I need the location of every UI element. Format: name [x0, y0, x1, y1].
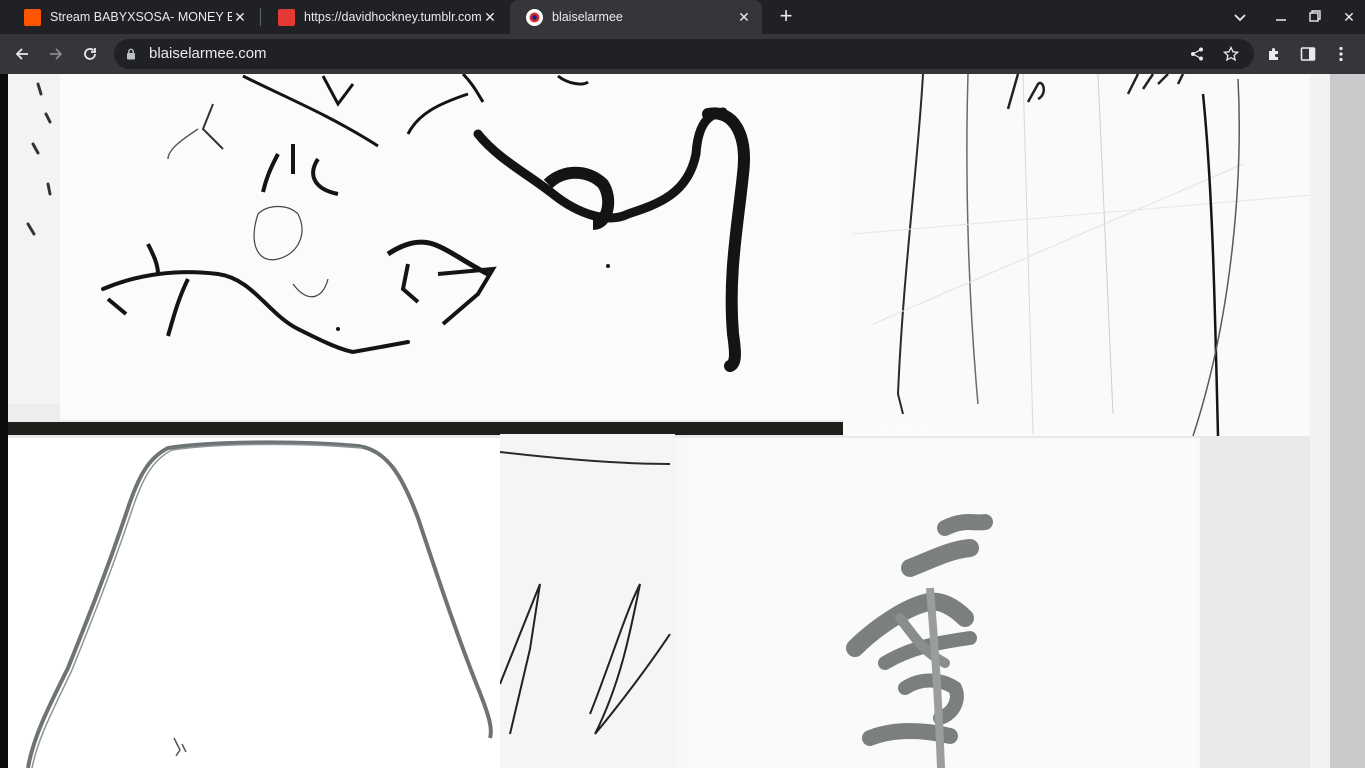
page-content: lc2_8.jpg blaiselarmee.com — [0, 74, 1365, 768]
site-favicon-icon — [526, 8, 543, 26]
tab-soundcloud[interactable]: Stream BABYXSOSA- MONEY BA ✕ — [8, 0, 258, 34]
browser-toolbar: blaiselarmee.com — [0, 34, 1365, 74]
tab-strip: Stream BABYXSOSA- MONEY BA ✕ https://dav… — [0, 0, 1365, 34]
forward-arrow-icon — [50, 48, 63, 60]
share-icon[interactable] — [1190, 47, 1204, 61]
outline-drawing-image[interactable] — [8, 438, 500, 768]
menu-button[interactable] — [1329, 42, 1353, 66]
address-bar[interactable]: blaiselarmee.com — [114, 39, 1254, 69]
tab-title: blaiselarmee — [552, 10, 623, 24]
close-tab-icon[interactable]: ✕ — [232, 9, 248, 26]
tab-title: Stream BABYXSOSA- MONEY BA — [50, 10, 232, 24]
puzzle-icon — [1269, 48, 1278, 60]
image-caption: lc2_8.jpg blaiselarmee.com — [848, 421, 981, 433]
right-scroll-gutter — [1324, 74, 1365, 768]
tab-title: https://davidhockney.tumblr.com — [304, 10, 482, 24]
paper-edge — [1310, 74, 1330, 768]
tab-search-chevron-down-icon[interactable] — [1229, 6, 1251, 28]
back-arrow-icon — [15, 48, 28, 60]
restore-button[interactable] — [1304, 6, 1326, 28]
url-text[interactable]: blaiselarmee.com — [149, 45, 267, 62]
extensions-button[interactable] — [1262, 42, 1286, 66]
side-panel-button[interactable] — [1296, 42, 1320, 66]
soundcloud-icon — [24, 8, 41, 26]
tab-separator — [260, 8, 261, 26]
lock-icon[interactable] — [126, 48, 136, 60]
reload-button[interactable] — [78, 42, 102, 66]
new-tab-button[interactable]: + — [775, 5, 797, 27]
bookmark-star-icon[interactable] — [1223, 46, 1239, 62]
tab-blaiselarmee[interactable]: blaiselarmee ✕ — [510, 0, 762, 34]
brush-drawing-image[interactable] — [675, 438, 1200, 768]
tab-davidhockney[interactable]: https://davidhockney.tumblr.com ✕ — [262, 0, 508, 34]
forward-button[interactable] — [44, 42, 68, 66]
pencil-drawing-image-2[interactable] — [500, 434, 675, 768]
pencil-drawing-image-1[interactable]: lc2_8.jpg blaiselarmee.com — [843, 74, 1343, 436]
reload-icon — [84, 48, 96, 60]
ink-drawing-image-1[interactable] — [8, 74, 848, 435]
close-tab-icon[interactable]: ✕ — [736, 9, 752, 26]
three-dot-menu-icon — [1339, 46, 1343, 62]
side-panel-icon — [1300, 47, 1316, 61]
back-button[interactable] — [10, 42, 34, 66]
close-tab-icon[interactable]: ✕ — [482, 9, 498, 26]
tumblr-icon — [278, 8, 295, 26]
left-edge-strip — [0, 74, 8, 768]
close-window-button[interactable]: ✕ — [1338, 6, 1360, 28]
minimize-button[interactable] — [1270, 6, 1292, 28]
